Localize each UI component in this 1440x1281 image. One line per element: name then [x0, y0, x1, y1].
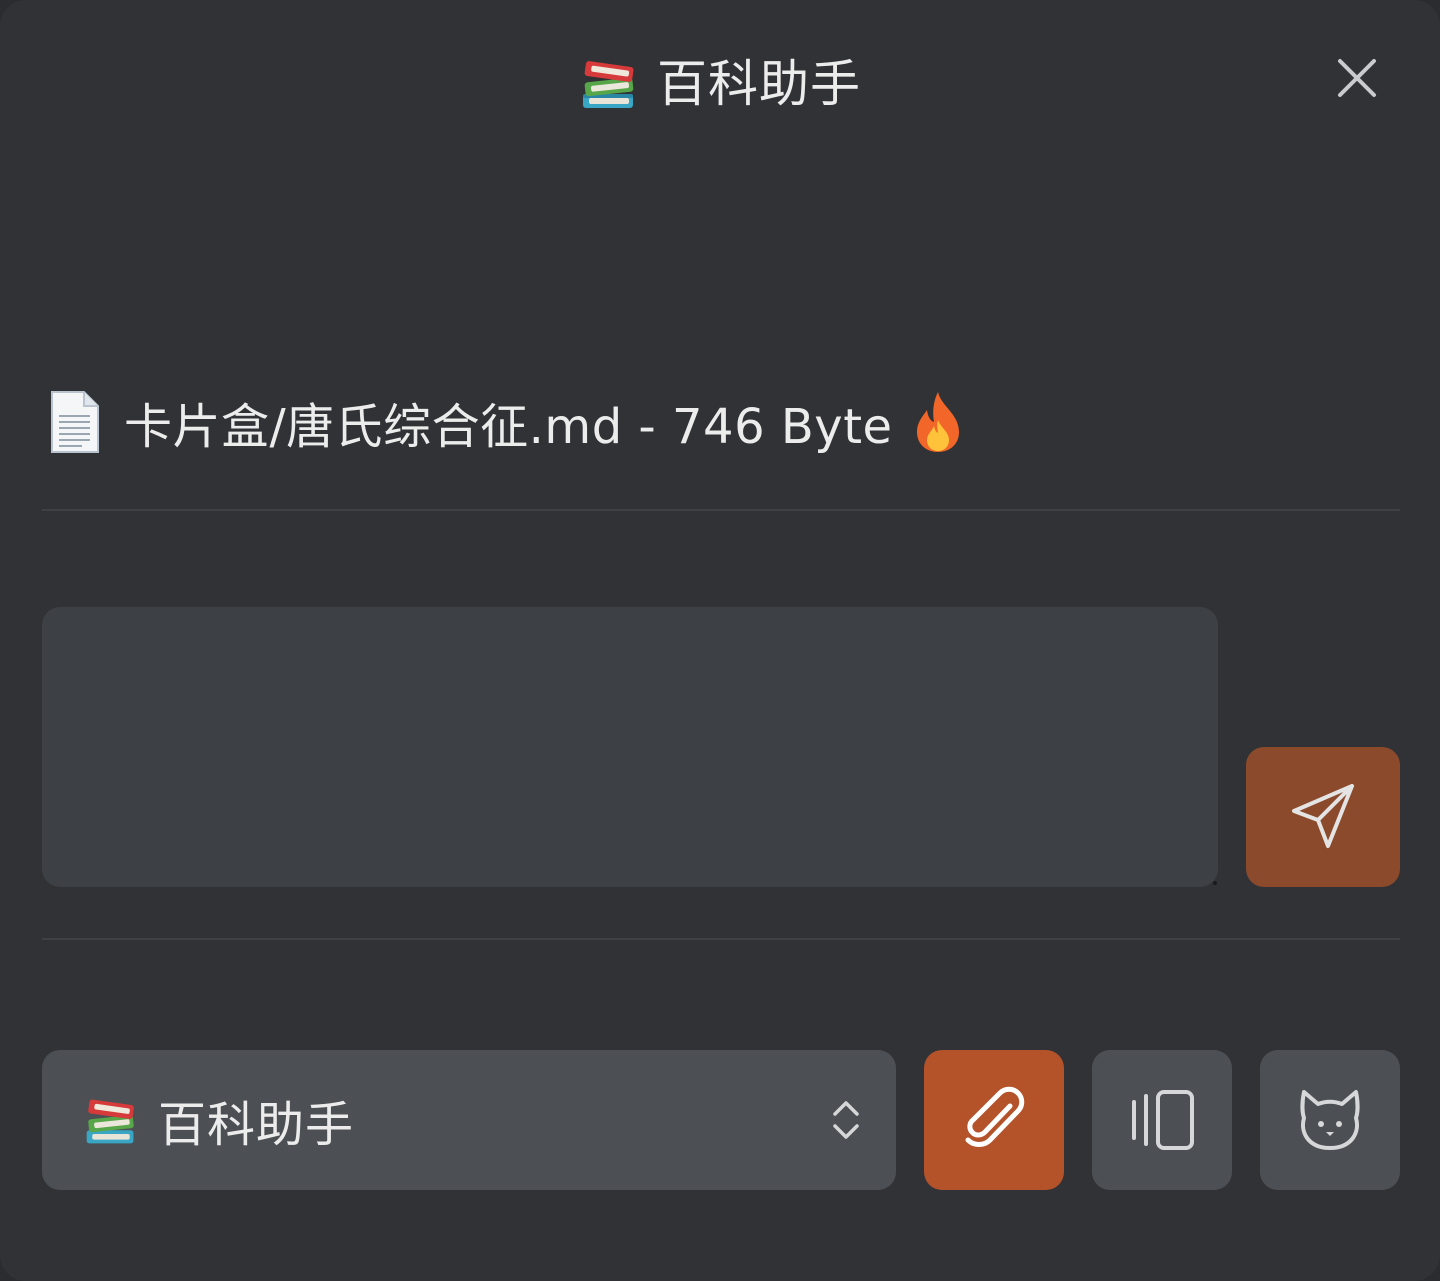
- send-button[interactable]: [1246, 747, 1400, 887]
- books-icon: [579, 52, 639, 129]
- paperclip-icon: [965, 1086, 1025, 1147]
- panel-header: 百科助手: [0, 0, 1440, 170]
- send-icon: [1292, 784, 1354, 848]
- resize-grip-icon[interactable]: [1210, 878, 1220, 888]
- books-icon: [86, 1099, 134, 1144]
- document-icon: [51, 391, 99, 453]
- cat-button[interactable]: [1260, 1050, 1400, 1190]
- assistant-selector-label: 百科助手: [158, 1097, 355, 1153]
- panel-title-text: 百科助手: [657, 55, 861, 113]
- file-label: 卡片盒/唐氏综合征.md - 746 Byte: [124, 399, 893, 455]
- close-button[interactable]: [1322, 50, 1392, 106]
- close-icon: [1338, 59, 1376, 97]
- panel-title: 百科助手: [0, 52, 1440, 129]
- cat-icon: [1300, 1090, 1360, 1150]
- fire-icon: [916, 392, 959, 452]
- chevron-up-down-icon: [833, 1101, 859, 1139]
- divider: [42, 938, 1400, 940]
- layout-button[interactable]: [1092, 1050, 1232, 1190]
- attach-button[interactable]: [924, 1050, 1064, 1190]
- assistant-panel: 百科助手 卡片盒/唐氏综合征.md - 746 Byte 百科助手: [0, 0, 1440, 1281]
- layout-stack-icon: [1132, 1090, 1194, 1150]
- message-input[interactable]: [42, 607, 1218, 887]
- divider: [42, 509, 1400, 511]
- file-info: 卡片盒/唐氏综合征.md - 746 Byte: [46, 388, 965, 456]
- assistant-selector[interactable]: 百科助手: [42, 1050, 896, 1190]
